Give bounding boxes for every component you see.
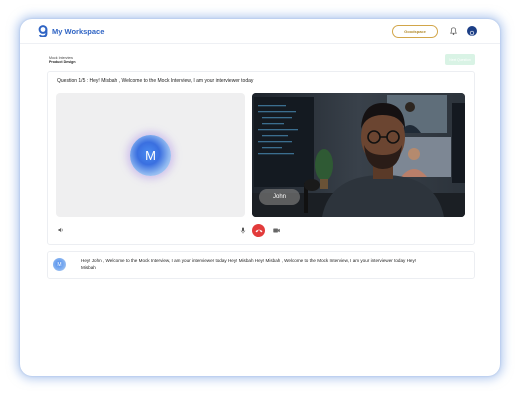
speaker-icon[interactable]	[58, 227, 64, 233]
question-text: Question 1/5 : Hey! Misbah , Welcome to …	[57, 78, 254, 84]
chat-message: Hey! John , Welcome to the Mock Intervie…	[81, 258, 417, 270]
participant-name-badge: John	[259, 189, 300, 205]
bell-icon[interactable]	[450, 27, 457, 35]
chat-avatar-initial: M	[57, 261, 62, 268]
next-question-button[interactable]: Next Question	[445, 54, 475, 65]
microphone-icon[interactable]	[240, 227, 246, 234]
user-avatar-icon[interactable]	[467, 26, 477, 38]
ai-avatar-initial: M	[145, 148, 156, 163]
chat-avatar: M	[53, 258, 66, 271]
goodspace-logo-icon[interactable]	[38, 25, 48, 37]
end-call-button[interactable]	[252, 224, 265, 237]
goodspace-button[interactable]: Goodspace	[392, 25, 438, 38]
video-camera-icon[interactable]	[273, 228, 280, 233]
participant-video-tile: John	[252, 93, 465, 217]
interview-panel: Question 1/5 : Hey! Misbah , Welcome to …	[47, 71, 475, 245]
app-window: My Workspace Goodspace Mock Interview Pr…	[20, 19, 500, 376]
chat-transcript: M Hey! John , Welcome to the Mock Interv…	[47, 251, 475, 279]
top-header: My Workspace Goodspace	[20, 19, 500, 44]
end-call-icon	[255, 229, 262, 233]
ai-avatar-orb: M	[130, 135, 171, 176]
ai-interviewer-tile: M	[56, 93, 245, 217]
breadcrumb-track: Product Design	[49, 60, 76, 64]
brand-title[interactable]: My Workspace	[52, 27, 104, 36]
